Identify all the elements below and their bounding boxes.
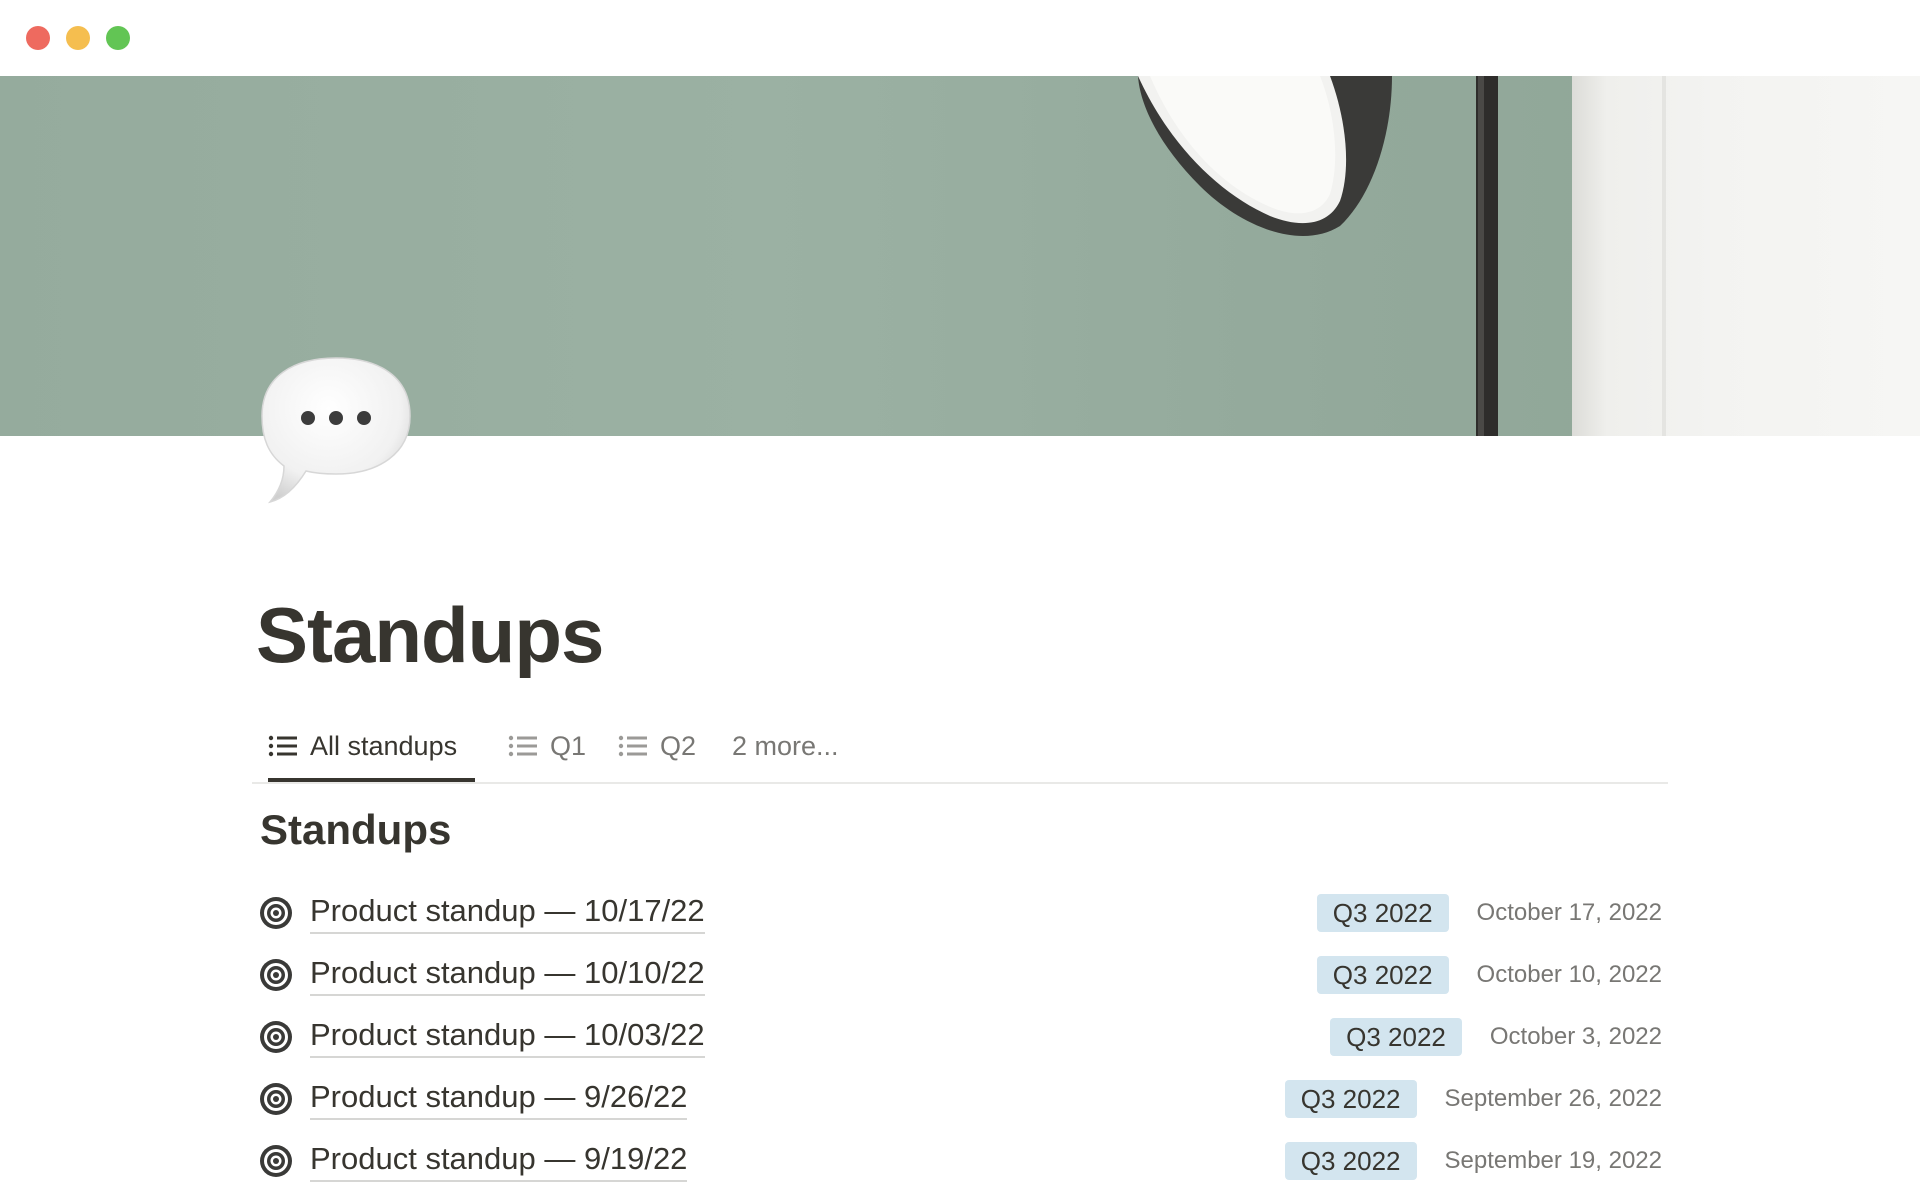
list-icon — [618, 735, 647, 757]
row-title-link[interactable]: Product standup — 9/26/22 — [310, 1078, 688, 1120]
row-date: October 3, 2022 — [1489, 1023, 1662, 1050]
quarter-tag: Q3 2022 — [1316, 894, 1449, 932]
database-heading[interactable]: Standups — [260, 800, 451, 860]
quarter-tag: Q3 2022 — [1284, 1142, 1417, 1180]
row-title-link[interactable]: Product standup — 10/03/22 — [310, 1016, 705, 1058]
target-icon — [260, 1083, 292, 1115]
row-date: September 26, 2022 — [1444, 1085, 1663, 1112]
quarter-tag: Q3 2022 — [1284, 1080, 1417, 1118]
list-item[interactable]: Product standup — 10/03/22 Q3 2022 Octob… — [258, 1006, 1662, 1068]
standup-list: Product standup — 10/17/22 Q3 2022 Octob… — [258, 882, 1662, 1192]
tab-label: All standups — [310, 730, 458, 761]
view-tabs: All standups Q1 Q2 2 more... — [252, 712, 1668, 784]
row-properties: Q3 2022 September 26, 2022 — [1284, 1068, 1663, 1130]
tab-label: Q2 — [660, 730, 697, 761]
target-icon — [260, 1021, 292, 1053]
row-date: September 19, 2022 — [1444, 1147, 1663, 1174]
list-icon — [508, 735, 537, 757]
speech-bubble-icon[interactable] — [258, 354, 414, 504]
tab-label: 2 more... — [732, 730, 839, 761]
list-item[interactable]: Product standup — 9/26/22 Q3 2022 Septem… — [258, 1068, 1662, 1130]
target-icon — [260, 959, 292, 991]
tab-q1[interactable]: Q1 — [508, 712, 586, 780]
page-title[interactable]: Standups — [256, 590, 604, 680]
tab-all-standups[interactable]: All standups — [268, 712, 476, 782]
row-date: October 17, 2022 — [1476, 899, 1662, 926]
list-icon — [268, 735, 297, 757]
row-properties: Q3 2022 October 3, 2022 — [1330, 1006, 1662, 1068]
row-title-link[interactable]: Product standup — 9/19/22 — [310, 1140, 688, 1182]
target-icon — [260, 1145, 292, 1177]
row-properties: Q3 2022 October 17, 2022 — [1316, 882, 1662, 944]
window-maximize-button[interactable] — [106, 26, 130, 50]
window-close-button[interactable] — [26, 26, 50, 50]
window-minimize-button[interactable] — [66, 26, 90, 50]
quarter-tag: Q3 2022 — [1316, 956, 1449, 994]
target-icon — [260, 897, 292, 929]
row-date: October 10, 2022 — [1476, 961, 1662, 988]
list-item[interactable]: Product standup — 9/19/22 Q3 2022 Septem… — [258, 1130, 1662, 1192]
list-item[interactable]: Product standup — 10/17/22 Q3 2022 Octob… — [258, 882, 1662, 944]
quarter-tag: Q3 2022 — [1330, 1018, 1462, 1056]
row-properties: Q3 2022 September 19, 2022 — [1284, 1130, 1663, 1192]
tab-label: Q1 — [550, 730, 587, 761]
tab-more-views[interactable]: 2 more... — [732, 712, 839, 780]
list-item[interactable]: Product standup — 10/10/22 Q3 2022 Octob… — [258, 944, 1662, 1006]
tab-q2[interactable]: Q2 — [618, 712, 696, 780]
row-title-link[interactable]: Product standup — 10/17/22 — [310, 892, 705, 934]
window-titlebar — [0, 0, 1920, 76]
row-title-link[interactable]: Product standup — 10/10/22 — [310, 954, 705, 996]
row-properties: Q3 2022 October 10, 2022 — [1316, 944, 1662, 1006]
